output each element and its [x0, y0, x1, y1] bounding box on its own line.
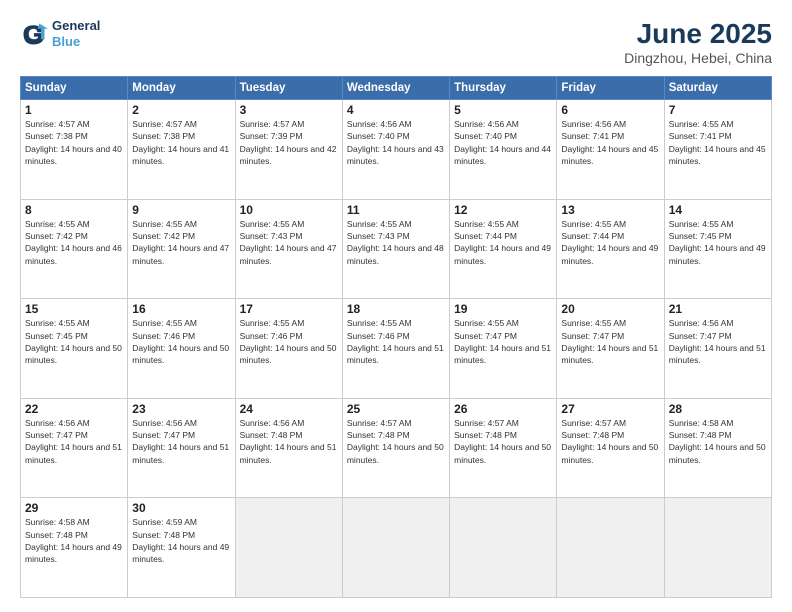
day-cell: 26 Sunrise: 4:57 AMSunset: 7:48 PMDaylig… [450, 398, 557, 498]
day-cell: 11 Sunrise: 4:55 AMSunset: 7:43 PMDaylig… [342, 199, 449, 299]
day-cell: 22 Sunrise: 4:56 AMSunset: 7:47 PMDaylig… [21, 398, 128, 498]
day-cell: 7 Sunrise: 4:55 AMSunset: 7:41 PMDayligh… [664, 100, 771, 200]
day-cell: 13 Sunrise: 4:55 AMSunset: 7:44 PMDaylig… [557, 199, 664, 299]
page: General Blue June 2025 Dingzhou, Hebei, … [0, 0, 792, 612]
day-cell-empty [664, 498, 771, 598]
day-cell: 23 Sunrise: 4:56 AMSunset: 7:47 PMDaylig… [128, 398, 235, 498]
table-row: 8 Sunrise: 4:55 AMSunset: 7:42 PMDayligh… [21, 199, 772, 299]
calendar-subtitle: Dingzhou, Hebei, China [624, 50, 772, 66]
calendar-title: June 2025 [624, 18, 772, 50]
day-cell: 21 Sunrise: 4:56 AMSunset: 7:47 PMDaylig… [664, 299, 771, 399]
day-cell-empty [342, 498, 449, 598]
day-cell: 6 Sunrise: 4:56 AMSunset: 7:41 PMDayligh… [557, 100, 664, 200]
day-cell: 10 Sunrise: 4:55 AMSunset: 7:43 PMDaylig… [235, 199, 342, 299]
calendar-table: Sunday Monday Tuesday Wednesday Thursday… [20, 76, 772, 598]
day-cell: 8 Sunrise: 4:55 AMSunset: 7:42 PMDayligh… [21, 199, 128, 299]
day-cell: 5 Sunrise: 4:56 AMSunset: 7:40 PMDayligh… [450, 100, 557, 200]
col-thursday: Thursday [450, 77, 557, 100]
day-cell: 9 Sunrise: 4:55 AMSunset: 7:42 PMDayligh… [128, 199, 235, 299]
col-friday: Friday [557, 77, 664, 100]
table-row: 1 Sunrise: 4:57 AMSunset: 7:38 PMDayligh… [21, 100, 772, 200]
day-cell: 15 Sunrise: 4:55 AMSunset: 7:45 PMDaylig… [21, 299, 128, 399]
day-cell: 19 Sunrise: 4:55 AMSunset: 7:47 PMDaylig… [450, 299, 557, 399]
col-wednesday: Wednesday [342, 77, 449, 100]
day-cell: 24 Sunrise: 4:56 AMSunset: 7:48 PMDaylig… [235, 398, 342, 498]
day-cell: 30 Sunrise: 4:59 AMSunset: 7:48 PMDaylig… [128, 498, 235, 598]
day-cell: 2 Sunrise: 4:57 AMSunset: 7:38 PMDayligh… [128, 100, 235, 200]
day-cell-empty [450, 498, 557, 598]
day-cell: 20 Sunrise: 4:55 AMSunset: 7:47 PMDaylig… [557, 299, 664, 399]
day-cell: 16 Sunrise: 4:55 AMSunset: 7:46 PMDaylig… [128, 299, 235, 399]
day-cell: 4 Sunrise: 4:56 AMSunset: 7:40 PMDayligh… [342, 100, 449, 200]
day-cell: 25 Sunrise: 4:57 AMSunset: 7:48 PMDaylig… [342, 398, 449, 498]
day-cell: 14 Sunrise: 4:55 AMSunset: 7:45 PMDaylig… [664, 199, 771, 299]
header: General Blue June 2025 Dingzhou, Hebei, … [20, 18, 772, 66]
day-cell: 27 Sunrise: 4:57 AMSunset: 7:48 PMDaylig… [557, 398, 664, 498]
day-cell: 28 Sunrise: 4:58 AMSunset: 7:48 PMDaylig… [664, 398, 771, 498]
table-row: 15 Sunrise: 4:55 AMSunset: 7:45 PMDaylig… [21, 299, 772, 399]
col-tuesday: Tuesday [235, 77, 342, 100]
table-row: 29 Sunrise: 4:58 AMSunset: 7:48 PMDaylig… [21, 498, 772, 598]
header-row: Sunday Monday Tuesday Wednesday Thursday… [21, 77, 772, 100]
day-cell: 18 Sunrise: 4:55 AMSunset: 7:46 PMDaylig… [342, 299, 449, 399]
logo: General Blue [20, 18, 100, 49]
day-cell-empty [235, 498, 342, 598]
day-cell: 1 Sunrise: 4:57 AMSunset: 7:38 PMDayligh… [21, 100, 128, 200]
day-cell: 12 Sunrise: 4:55 AMSunset: 7:44 PMDaylig… [450, 199, 557, 299]
logo-icon [20, 20, 48, 48]
logo-text: General Blue [52, 18, 100, 49]
col-sunday: Sunday [21, 77, 128, 100]
day-cell: 17 Sunrise: 4:55 AMSunset: 7:46 PMDaylig… [235, 299, 342, 399]
col-monday: Monday [128, 77, 235, 100]
col-saturday: Saturday [664, 77, 771, 100]
table-row: 22 Sunrise: 4:56 AMSunset: 7:47 PMDaylig… [21, 398, 772, 498]
day-cell: 29 Sunrise: 4:58 AMSunset: 7:48 PMDaylig… [21, 498, 128, 598]
day-cell-empty [557, 498, 664, 598]
day-cell: 3 Sunrise: 4:57 AMSunset: 7:39 PMDayligh… [235, 100, 342, 200]
title-block: June 2025 Dingzhou, Hebei, China [624, 18, 772, 66]
